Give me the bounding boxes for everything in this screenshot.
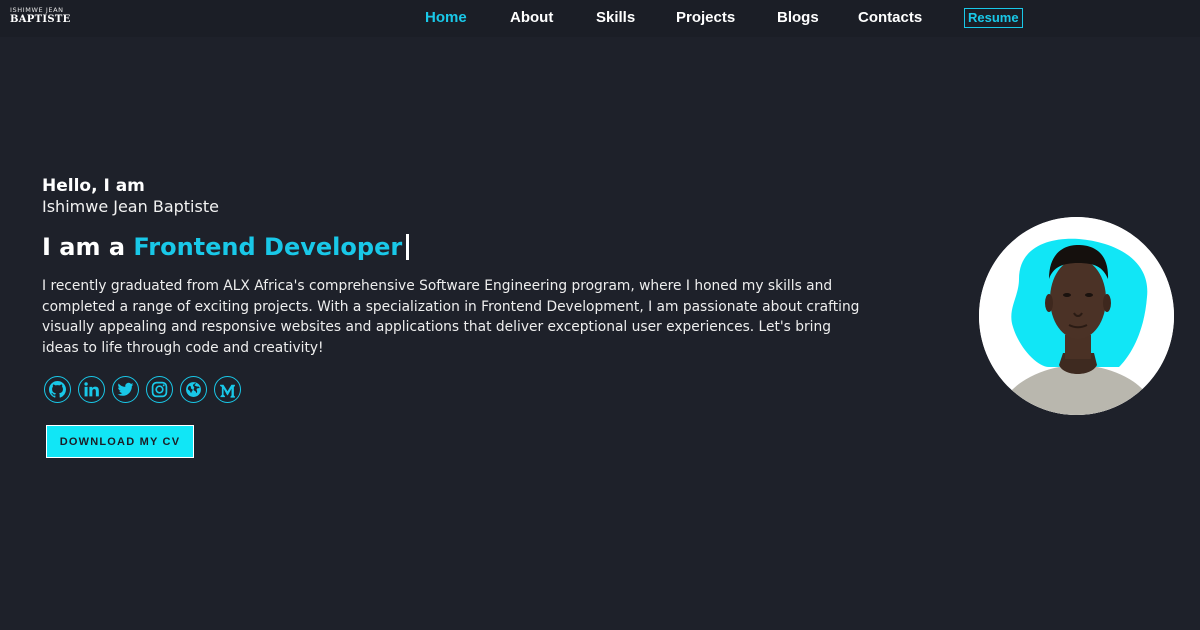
nav-projects[interactable]: Projects — [676, 9, 735, 26]
globe-icon — [185, 381, 202, 398]
navbar: ISHIMWE JEAN BAPTISTE Home About Skills … — [0, 0, 1200, 37]
github-link[interactable] — [44, 376, 71, 403]
nav-about[interactable]: About — [510, 9, 553, 26]
social-links — [44, 376, 241, 403]
hero-section: Hello, I am Ishimwe Jean Baptiste I am a… — [42, 176, 872, 358]
linkedin-icon — [83, 381, 100, 398]
instagram-link[interactable] — [146, 376, 173, 403]
hero-bio: I recently graduated from ALX Africa's c… — [42, 278, 860, 356]
hero-greeting: Hello, I am — [42, 176, 145, 196]
medium-link[interactable] — [214, 376, 241, 403]
download-cv-button[interactable]: DOWNLOAD MY CV — [46, 425, 194, 458]
role-title: Frontend Developer — [133, 233, 403, 261]
nav-skills[interactable]: Skills — [596, 9, 635, 26]
hero-name: Ishimwe Jean Baptiste — [42, 197, 219, 216]
profile-avatar — [979, 217, 1174, 415]
role-prefix: I am a — [42, 233, 134, 261]
role-heading: I am a Frontend Developer — [42, 232, 872, 262]
nav-home[interactable]: Home — [425, 9, 467, 26]
resume-button[interactable]: Resume — [964, 8, 1023, 28]
website-link[interactable] — [180, 376, 207, 403]
linkedin-link[interactable] — [78, 376, 105, 403]
twitter-icon — [117, 381, 134, 398]
nav-blogs[interactable]: Blogs — [777, 9, 819, 26]
nav-links: Home About Skills Projects Blogs Contact… — [0, 0, 1200, 37]
github-icon — [49, 381, 66, 398]
twitter-link[interactable] — [112, 376, 139, 403]
nav-contacts[interactable]: Contacts — [858, 9, 922, 26]
instagram-icon — [151, 381, 168, 398]
medium-icon — [219, 381, 236, 398]
typing-cursor — [406, 234, 410, 260]
profile-portrait — [979, 217, 1174, 415]
